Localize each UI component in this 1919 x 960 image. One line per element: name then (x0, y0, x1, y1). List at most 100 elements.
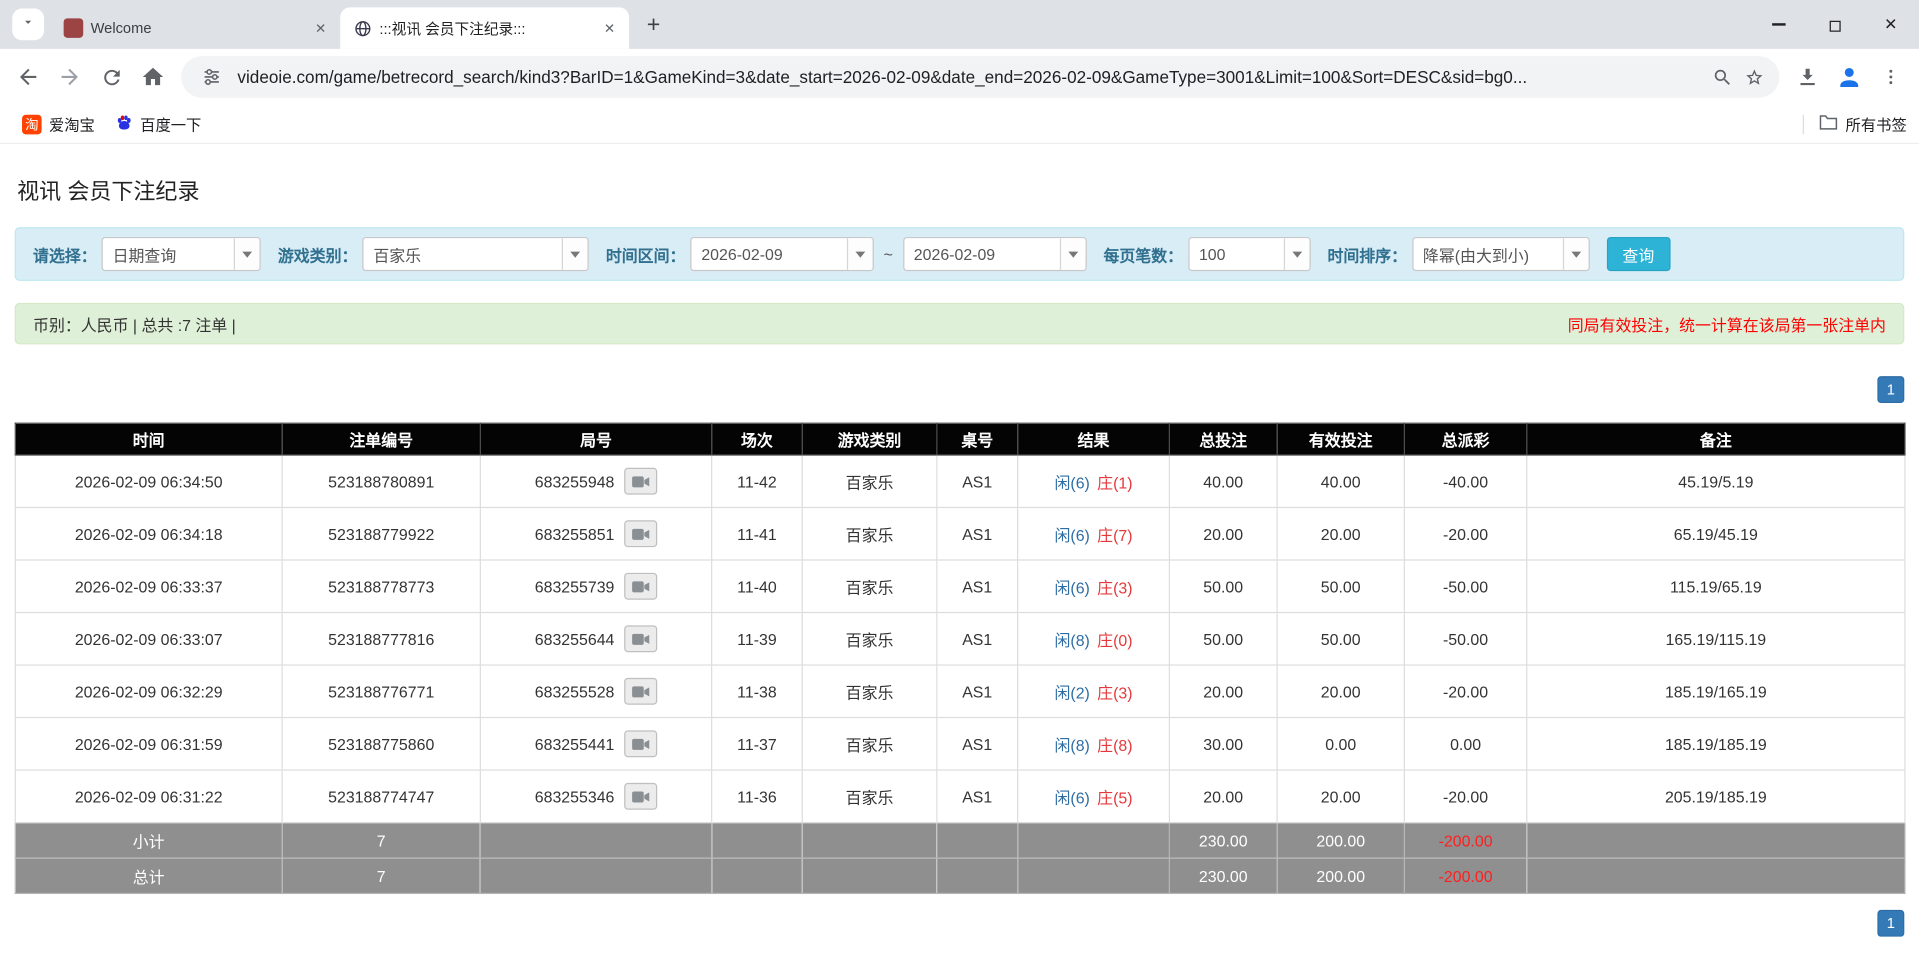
valid-bet: 40.00 (1276, 454, 1405, 509)
sort-select[interactable]: 降幂(由大到小) (1411, 236, 1590, 272)
per-page-select[interactable]: 100 (1187, 236, 1311, 272)
result-player: 闲(8) (1054, 630, 1090, 650)
tab-close-icon[interactable]: ✕ (311, 18, 331, 38)
total-payout: -200.00 (1403, 857, 1528, 895)
video-replay-button[interactable] (624, 572, 658, 600)
col-header-round: 局号 (479, 422, 713, 456)
col-header-total-bet: 总投注 (1168, 422, 1278, 456)
table-row: 2026-02-09 06:31:22 523188774747 683255346… (14, 769, 1906, 824)
reload-button[interactable] (91, 56, 133, 98)
total-bet-link[interactable]: 20.00 (1168, 769, 1278, 824)
minimize-button[interactable] (1750, 0, 1806, 49)
video-replay-button[interactable] (624, 467, 658, 495)
note: 205.19/185.19 (1526, 769, 1906, 824)
subtotal-count: 7 (281, 821, 481, 859)
chevron-down-icon (233, 238, 260, 270)
folder-icon (1819, 114, 1839, 135)
bet-time: 2026-02-09 06:32:29 (14, 664, 283, 719)
site-info-icon[interactable] (196, 61, 228, 93)
bet-time: 2026-02-09 06:31:22 (14, 769, 283, 824)
result-banker: 庄(7) (1097, 525, 1133, 545)
video-camera-icon (632, 790, 650, 802)
video-camera-icon (632, 738, 650, 750)
total-bet-link[interactable]: 30.00 (1168, 716, 1278, 771)
page-1-button[interactable]: 1 (1877, 909, 1905, 937)
downloads-button[interactable] (1787, 56, 1829, 98)
back-button[interactable] (7, 56, 49, 98)
col-header-result: 结果 (1017, 422, 1171, 456)
search-button[interactable]: 查询 (1606, 236, 1671, 272)
round-number: 683255948 (534, 472, 615, 491)
bet-time: 2026-02-09 06:34:50 (14, 454, 283, 509)
total-bet-link[interactable]: 20.00 (1168, 664, 1278, 719)
tab-close-icon[interactable]: ✕ (600, 18, 620, 38)
video-replay-button[interactable] (624, 520, 658, 548)
total-bet-link[interactable]: 20.00 (1168, 506, 1278, 561)
chevron-down-icon (1562, 238, 1589, 270)
col-header-payout: 总派彩 (1403, 422, 1528, 456)
result-banker: 庄(8) (1097, 735, 1133, 755)
profile-avatar[interactable] (1828, 56, 1870, 98)
close-window-button[interactable]: ✕ (1863, 0, 1919, 49)
bet-table-body: 2026-02-09 06:34:50 523188780891 683255948… (14, 454, 1906, 824)
total-bet-link[interactable]: 40.00 (1168, 454, 1278, 509)
date-start-select[interactable]: 2026-02-09 (690, 236, 874, 272)
new-tab-button[interactable]: + (636, 9, 670, 43)
game-kind-select[interactable]: 百家乐 (362, 236, 589, 272)
result-banker: 庄(1) (1097, 473, 1133, 492)
table-no: AS1 (936, 611, 1019, 666)
page-1-button[interactable]: 1 (1877, 376, 1905, 404)
home-button[interactable] (132, 56, 174, 98)
game-kind: 百家乐 (801, 506, 938, 561)
note: 65.19/45.19 (1526, 506, 1906, 561)
bookmark-star-icon[interactable] (1738, 61, 1770, 93)
bookmark-baidu[interactable]: 百度一下 (105, 109, 211, 140)
info-bar: 币别：人民币 | 总共 :7 注单 | 同局有效投注，统一计算在该局第一张注单内 (14, 302, 1905, 345)
address-bar[interactable]: videoie.com/game/betrecord_search/kind3?… (181, 56, 1780, 98)
game-kind: 百家乐 (801, 769, 938, 824)
video-replay-button[interactable] (624, 625, 658, 653)
tab-betrecord[interactable]: :::视讯 会员下注纪录::: ✕ (340, 7, 630, 49)
video-replay-button[interactable] (624, 730, 658, 758)
col-header-session: 场次 (711, 422, 803, 456)
query-type-select[interactable]: 日期查询 (101, 236, 261, 272)
note: 165.19/115.19 (1526, 611, 1906, 666)
bet-id: 523188779922 (281, 506, 481, 561)
range-separator: ~ (883, 244, 893, 264)
result-cell: 闲(6) 庄(7) (1017, 506, 1171, 561)
video-replay-button[interactable] (624, 782, 658, 810)
note: 115.19/65.19 (1526, 559, 1906, 614)
date-end-select[interactable]: 2026-02-09 (902, 236, 1087, 272)
table-no: AS1 (936, 506, 1019, 561)
round-cell: 683255644 (479, 611, 713, 666)
subtotal-valid-bet: 200.00 (1276, 821, 1405, 859)
tab-search-button[interactable] (12, 8, 45, 41)
total-count: 7 (281, 857, 481, 895)
payout: -50.00 (1403, 559, 1528, 614)
tab-welcome[interactable]: Welcome ✕ (51, 7, 340, 49)
baidu-paw-icon (114, 113, 132, 135)
result-cell: 闲(2) 庄(3) (1017, 664, 1171, 719)
col-header-table-no: 桌号 (936, 422, 1019, 456)
total-bet-link[interactable]: 50.00 (1168, 559, 1278, 614)
bookmark-aitaobao[interactable]: 淘 爱淘宝 (12, 109, 104, 140)
video-replay-button[interactable] (624, 677, 658, 705)
empty-cell (1526, 857, 1906, 895)
pagination-top: 1 (15, 376, 1905, 404)
menu-icon[interactable] (1870, 56, 1912, 98)
restore-button[interactable] (1806, 0, 1862, 49)
empty-cell (479, 857, 713, 895)
all-bookmarks-button[interactable]: 所有书签 (1846, 112, 1907, 135)
empty-cell (801, 857, 938, 895)
page-content: 视讯 会员下注纪录 请选择： 日期查询 游戏类别： 百家乐 时间区间： 2026… (0, 144, 1919, 937)
game-kind: 百家乐 (801, 664, 938, 719)
chevron-down-icon (846, 238, 873, 270)
empty-cell (1017, 821, 1171, 859)
payout-notice: 同局有效投注，统一计算在该局第一张注单内 (1567, 315, 1886, 335)
globe-favicon-icon (352, 18, 372, 38)
zoom-icon[interactable] (1706, 61, 1738, 93)
forward-button[interactable] (49, 56, 91, 98)
empty-cell (479, 821, 713, 859)
round-cell: 683255346 (479, 769, 713, 824)
total-bet-link[interactable]: 50.00 (1168, 611, 1278, 666)
